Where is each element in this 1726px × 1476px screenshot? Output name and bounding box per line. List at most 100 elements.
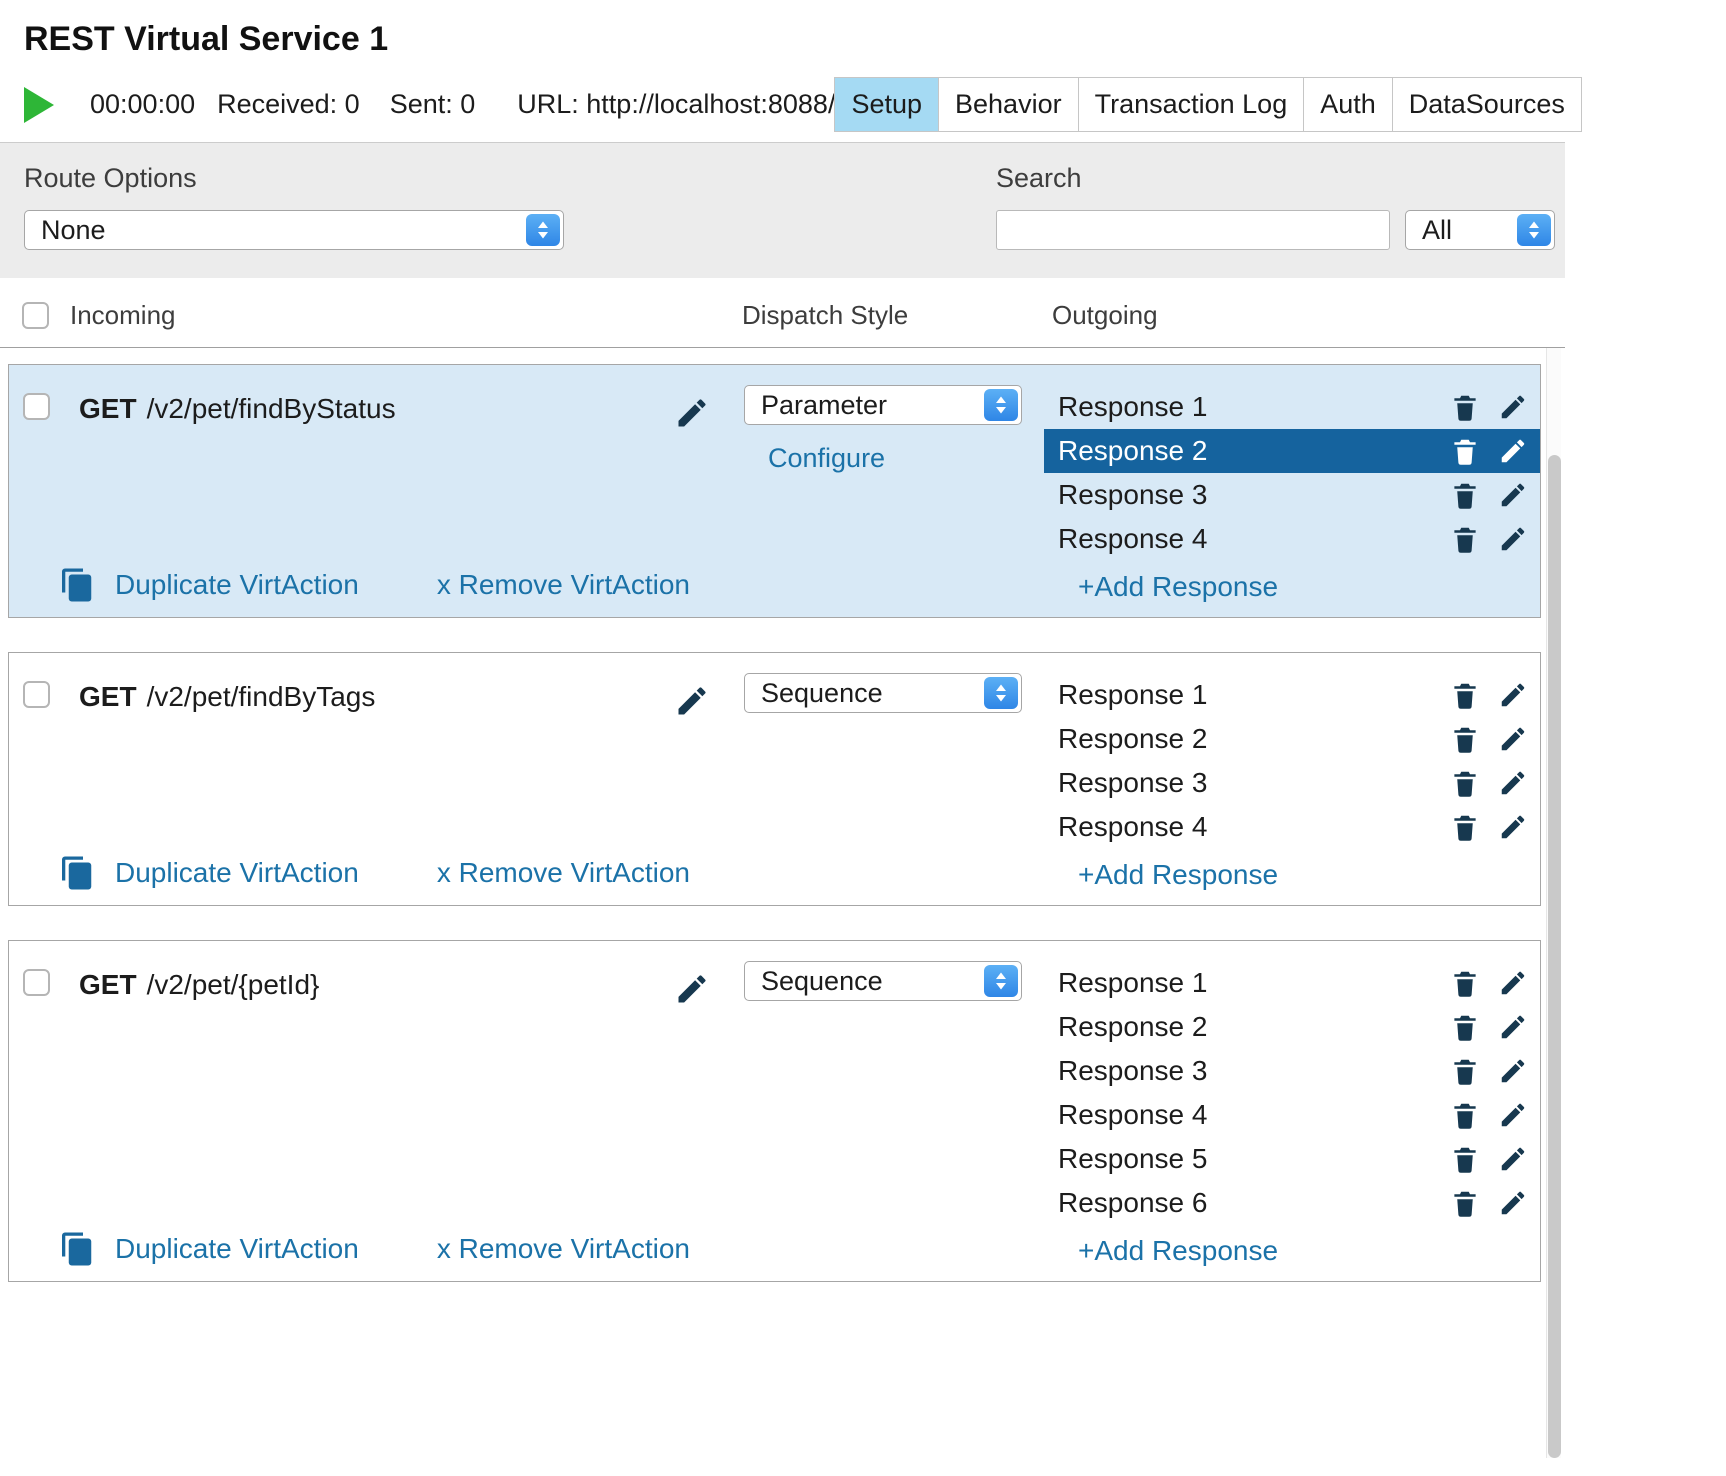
copy-icon[interactable]: [59, 567, 95, 603]
tab-setup[interactable]: Setup: [834, 77, 939, 132]
timer-value: 00:00:00: [90, 89, 195, 120]
response-item[interactable]: Response 4: [1044, 517, 1540, 561]
tab-transaction-log[interactable]: Transaction Log: [1078, 77, 1305, 132]
pencil-icon[interactable]: [1498, 480, 1528, 510]
virt-action-row: GET /v2/pet/findByTags Sequence Response…: [8, 652, 1541, 906]
duplicate-virtaction-link[interactable]: Duplicate VirtAction: [115, 1233, 359, 1265]
search-input[interactable]: [996, 210, 1390, 250]
trash-icon[interactable]: [1450, 1188, 1480, 1218]
trash-icon[interactable]: [1450, 480, 1480, 510]
trash-icon[interactable]: [1450, 436, 1480, 466]
response-item[interactable]: Response 4: [1044, 805, 1540, 849]
table-header: Incoming Dispatch Style Outgoing: [0, 278, 1565, 347]
row-checkbox[interactable]: [23, 393, 50, 420]
add-response-link[interactable]: +Add Response: [1078, 1235, 1278, 1267]
response-item[interactable]: Response 5: [1044, 1137, 1540, 1181]
response-label: Response 1: [1058, 679, 1450, 711]
response-item[interactable]: Response 2: [1044, 429, 1540, 473]
tab-behavior[interactable]: Behavior: [938, 77, 1079, 132]
pencil-icon[interactable]: [1498, 524, 1528, 554]
page-title: REST Virtual Service 1: [24, 20, 1555, 59]
trash-icon[interactable]: [1450, 524, 1480, 554]
edit-virtaction-pencil-icon[interactable]: [674, 395, 710, 431]
trash-icon[interactable]: [1450, 968, 1480, 998]
trash-icon[interactable]: [1450, 724, 1480, 754]
outgoing-cell: Response 1 Response 2 Response 3: [1044, 673, 1540, 891]
response-item[interactable]: Response 1: [1044, 961, 1540, 1005]
pencil-icon[interactable]: [1498, 436, 1528, 466]
edit-virtaction-pencil-icon[interactable]: [674, 683, 710, 719]
row-checkbox[interactable]: [23, 969, 50, 996]
select-all-checkbox[interactable]: [22, 302, 49, 329]
scrollbar-thumb[interactable]: [1548, 455, 1561, 1458]
pencil-icon[interactable]: [1498, 1188, 1528, 1218]
pencil-icon[interactable]: [1498, 1144, 1528, 1174]
duplicate-virtaction-link[interactable]: Duplicate VirtAction: [115, 569, 359, 601]
response-label: Response 4: [1058, 1099, 1450, 1131]
vertical-scrollbar[interactable]: [1546, 348, 1561, 1458]
column-dispatch-style: Dispatch Style: [742, 300, 1052, 331]
pencil-icon[interactable]: [1498, 968, 1528, 998]
add-response-link[interactable]: +Add Response: [1078, 571, 1278, 603]
up-down-arrows-icon: [984, 677, 1018, 709]
trash-icon[interactable]: [1450, 680, 1480, 710]
response-item[interactable]: Response 6: [1044, 1181, 1540, 1225]
search-filter-select[interactable]: All: [1405, 210, 1555, 250]
pencil-icon[interactable]: [1498, 812, 1528, 842]
route-options-value: None: [25, 215, 106, 246]
edit-virtaction-pencil-icon[interactable]: [674, 971, 710, 1007]
play-icon[interactable]: [24, 87, 54, 123]
tab-auth[interactable]: Auth: [1303, 77, 1393, 132]
trash-icon[interactable]: [1450, 1100, 1480, 1130]
response-label: Response 2: [1058, 435, 1450, 467]
tab-datasources[interactable]: DataSources: [1392, 77, 1582, 132]
endpoint-path: /v2/pet/{petId}: [147, 969, 320, 1001]
up-down-arrows-icon: [984, 965, 1018, 997]
response-item[interactable]: Response 2: [1044, 717, 1540, 761]
configure-link[interactable]: Configure: [768, 443, 885, 474]
remove-virtaction-link[interactable]: x Remove VirtAction: [437, 1233, 690, 1265]
add-response-link[interactable]: +Add Response: [1078, 859, 1278, 891]
response-label: Response 2: [1058, 723, 1450, 755]
trash-icon[interactable]: [1450, 1056, 1480, 1086]
trash-icon[interactable]: [1450, 392, 1480, 422]
row-checkbox[interactable]: [23, 681, 50, 708]
route-options-group: Route Options None: [24, 163, 564, 250]
pencil-icon[interactable]: [1498, 1012, 1528, 1042]
response-label: Response 4: [1058, 523, 1450, 555]
dispatch-style-select[interactable]: Parameter: [744, 385, 1022, 425]
copy-icon[interactable]: [59, 1231, 95, 1267]
dispatch-style-select[interactable]: Sequence: [744, 961, 1022, 1001]
remove-virtaction-link[interactable]: x Remove VirtAction: [437, 857, 690, 889]
response-item[interactable]: Response 3: [1044, 473, 1540, 517]
trash-icon[interactable]: [1450, 1012, 1480, 1042]
remove-virtaction-link[interactable]: x Remove VirtAction: [437, 569, 690, 601]
pencil-icon[interactable]: [1498, 680, 1528, 710]
trash-icon[interactable]: [1450, 768, 1480, 798]
pencil-icon[interactable]: [1498, 724, 1528, 754]
pencil-icon[interactable]: [1498, 768, 1528, 798]
response-item[interactable]: Response 1: [1044, 385, 1540, 429]
dispatch-style-value: Sequence: [745, 678, 883, 709]
trash-icon[interactable]: [1450, 812, 1480, 842]
response-item[interactable]: Response 3: [1044, 1049, 1540, 1093]
response-item[interactable]: Response 3: [1044, 761, 1540, 805]
pencil-icon[interactable]: [1498, 392, 1528, 422]
trash-icon[interactable]: [1450, 1144, 1480, 1174]
response-label: Response 6: [1058, 1187, 1450, 1219]
pencil-icon[interactable]: [1498, 1100, 1528, 1130]
search-filter-value: All: [1406, 215, 1452, 246]
pencil-icon[interactable]: [1498, 1056, 1528, 1086]
copy-icon[interactable]: [59, 855, 95, 891]
response-item[interactable]: Response 1: [1044, 673, 1540, 717]
response-item[interactable]: Response 4: [1044, 1093, 1540, 1137]
dispatch-cell: Sequence: [744, 673, 1044, 713]
route-options-select[interactable]: None: [24, 210, 564, 250]
dispatch-cell: Sequence: [744, 961, 1044, 1001]
response-item[interactable]: Response 2: [1044, 1005, 1540, 1049]
duplicate-virtaction-link[interactable]: Duplicate VirtAction: [115, 857, 359, 889]
search-group: Search All: [996, 163, 1555, 250]
row-actions: Duplicate VirtAction x Remove VirtAction: [59, 1231, 690, 1267]
response-label: Response 4: [1058, 811, 1450, 843]
dispatch-style-select[interactable]: Sequence: [744, 673, 1022, 713]
